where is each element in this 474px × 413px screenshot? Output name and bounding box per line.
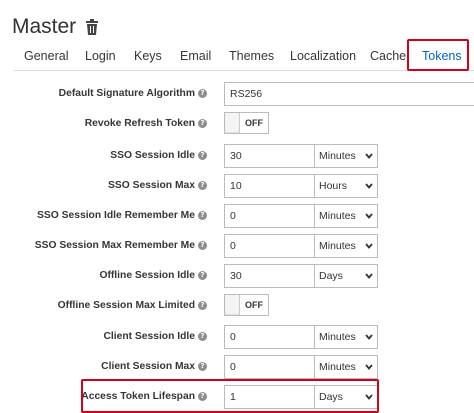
offline-session-idle-label: Offline Session Idle [99,270,195,281]
client-session-idle-row: Client Session Idle ? 0 Minutes [0,325,474,349]
select-value: Days [319,391,343,403]
tab-bar: General Login Keys Email Themes Localiza… [14,42,474,71]
offline-session-max-limited-row: Offline Session Max Limited ? OFF [0,294,474,318]
sso-session-idle-input[interactable]: 30 [224,144,319,168]
default-signature-algorithm-label: Default Signature Algorithm [58,88,195,99]
help-icon[interactable]: ? [198,151,207,160]
sso-session-idle-unit-select[interactable]: Minutes [314,144,378,168]
select-value: Minutes [319,240,356,252]
help-icon[interactable]: ? [198,301,207,310]
help-icon[interactable]: ? [198,332,207,341]
client-session-idle-unit-select[interactable]: Minutes [314,325,378,349]
chevron-down-icon [365,153,373,159]
select-value: Days [319,270,343,282]
select-value: Minutes [319,361,356,373]
chevron-down-icon [365,243,373,249]
sso-session-max-remember-me-unit-select[interactable]: Minutes [314,234,378,258]
help-icon[interactable]: ? [198,119,207,128]
page-header: Master [12,12,99,42]
revoke-refresh-token-label: Revoke Refresh Token [84,118,195,129]
toggle-state: OFF [245,118,263,128]
page-title: Master [12,15,77,38]
sso-session-max-remember-me-label: SSO Session Max Remember Me [34,240,195,251]
offline-session-idle-row: Offline Session Idle ? 30 Days [0,264,474,288]
sso-session-idle-remember-me-row: SSO Session Idle Remember Me ? 0 Minutes [0,204,474,228]
access-token-lifespan-input[interactable]: 1 [224,385,319,409]
sso-session-idle-label: SSO Session Idle [110,150,195,161]
help-icon[interactable]: ? [198,362,207,371]
offline-session-idle-unit-select[interactable]: Days [314,264,378,288]
client-session-idle-input[interactable]: 0 [224,325,319,349]
help-icon[interactable]: ? [198,89,207,98]
sso-session-idle-remember-me-label: SSO Session Idle Remember Me [37,210,195,221]
chevron-down-icon [365,183,373,189]
client-session-idle-label: Client Session Idle [103,331,195,342]
chevron-down-icon [365,213,373,219]
chevron-down-icon [365,273,373,279]
default-signature-algorithm-row: Default Signature Algorithm ? RS256 [0,82,474,106]
select-value: Hours [319,180,348,192]
select-value: Minutes [319,210,356,222]
sso-session-max-label: SSO Session Max [108,180,195,191]
chevron-down-icon [365,334,373,340]
offline-session-max-limited-toggle[interactable]: OFF [224,294,269,316]
offline-session-idle-input[interactable]: 30 [224,264,319,288]
revoke-refresh-token-toggle[interactable]: OFF [224,112,269,134]
tab-cache[interactable]: Cache [370,42,406,70]
sso-session-max-remember-me-input[interactable]: 0 [224,234,319,258]
access-token-lifespan-row: Access Token Lifespan ? 1 Days [0,385,474,409]
toggle-state: OFF [245,300,263,310]
tab-email[interactable]: Email [180,42,211,70]
help-icon[interactable]: ? [198,181,207,190]
toggle-knob [225,113,240,133]
client-session-max-row: Client Session Max ? 0 Minutes [0,355,474,379]
sso-session-max-row: SSO Session Max ? 10 Hours [0,174,474,198]
sso-session-max-unit-select[interactable]: Hours [314,174,378,198]
sso-session-idle-remember-me-unit-select[interactable]: Minutes [314,204,378,228]
client-session-max-label: Client Session Max [101,361,195,372]
help-icon[interactable]: ? [198,271,207,280]
tab-tokens[interactable]: Tokens [422,42,462,70]
sso-session-idle-remember-me-input[interactable]: 0 [224,204,319,228]
sso-session-idle-row: SSO Session Idle ? 30 Minutes [0,144,474,168]
tab-localization[interactable]: Localization [290,42,356,70]
access-token-lifespan-label: Access Token Lifespan [81,391,195,402]
access-token-lifespan-unit-select[interactable]: Days [314,385,378,409]
tab-themes[interactable]: Themes [229,42,274,70]
offline-session-max-limited-label: Offline Session Max Limited [57,300,195,311]
chevron-down-icon [365,394,373,400]
default-signature-algorithm-select[interactable]: RS256 [224,82,474,106]
chevron-down-icon [365,364,373,370]
help-icon[interactable]: ? [198,392,207,401]
help-icon[interactable]: ? [198,241,207,250]
client-session-max-input[interactable]: 0 [224,355,319,379]
client-session-max-unit-select[interactable]: Minutes [314,355,378,379]
sso-session-max-remember-me-row: SSO Session Max Remember Me ? 0 Minutes [0,234,474,258]
select-value: Minutes [319,150,356,162]
trash-icon[interactable] [85,19,99,35]
sso-session-max-input[interactable]: 10 [224,174,319,198]
tab-general[interactable]: General [24,42,68,70]
select-value: Minutes [319,331,356,343]
revoke-refresh-token-row: Revoke Refresh Token ? OFF [0,112,474,136]
tab-keys[interactable]: Keys [134,42,162,70]
tab-login[interactable]: Login [85,42,116,70]
help-icon[interactable]: ? [198,211,207,220]
toggle-knob [225,295,240,315]
